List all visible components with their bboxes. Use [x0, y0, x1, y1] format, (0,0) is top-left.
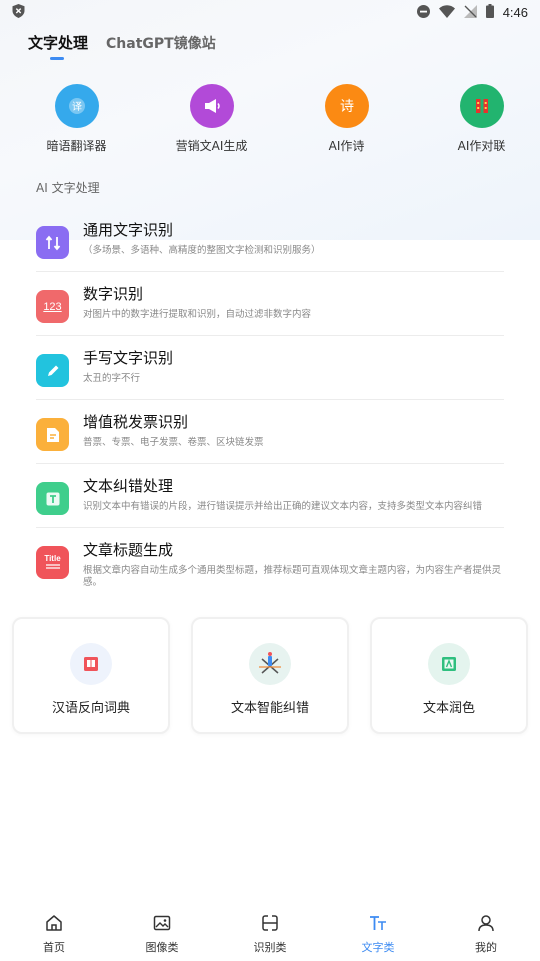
- no-signal-icon: [463, 3, 477, 22]
- text-icon: [369, 914, 387, 936]
- status-time: 4:46: [502, 4, 528, 20]
- wifi-icon: [438, 3, 455, 22]
- correction-icon: [249, 643, 291, 685]
- list-item-desc: 对图片中的数字进行提取和识别，自动过滤非数字内容: [83, 309, 312, 320]
- nav-text[interactable]: 文字类: [324, 905, 432, 961]
- poem-icon: 诗: [324, 84, 369, 128]
- list-item[interactable]: 增值税发票识别 普票、专票、电子发票、卷票、区块链发票: [36, 400, 504, 464]
- polish-icon: [428, 643, 470, 685]
- nav-profile[interactable]: 我的: [432, 905, 540, 961]
- card-reverse-dictionary[interactable]: 汉语反向词典: [12, 617, 170, 734]
- list-item-desc: （多场景、多语种、高精度的整图文字检测和识别服务）: [83, 245, 321, 256]
- invoice-icon: [36, 418, 69, 451]
- nav-label: 首页: [43, 941, 65, 954]
- tab-chatgpt-mirror[interactable]: ChatGPT镜像站: [106, 33, 216, 53]
- card-text-polish[interactable]: 文本润色: [370, 617, 528, 734]
- card-label: 文本润色: [422, 701, 475, 716]
- list-item[interactable]: 手写文字识别 太丑的字不行: [36, 336, 504, 400]
- quick-action-label: 营销文AI生成: [175, 139, 248, 153]
- list-item-title: 增值税发票识别: [83, 413, 189, 431]
- section-title: AI 文字处理: [36, 181, 100, 195]
- title-icon: Title: [36, 546, 69, 579]
- nav-label: 识别类: [253, 941, 287, 954]
- tab-text-processing[interactable]: 文字处理: [28, 32, 89, 60]
- quick-action-label: AI作对联: [457, 139, 506, 153]
- svg-text:译: 译: [72, 101, 82, 113]
- tab-label: 文字处理: [28, 34, 89, 52]
- card-label: 汉语反向词典: [51, 701, 130, 716]
- nav-label: 文字类: [361, 941, 395, 954]
- shield-icon: [12, 3, 25, 22]
- list-item-desc: 普票、专票、电子发票、卷票、区块链发票: [83, 437, 264, 448]
- tool-cards: 汉语反向词典 文本智能纠错 文本润色: [12, 617, 528, 734]
- text-correction-icon: [36, 482, 69, 515]
- title-glyph: Title: [44, 554, 61, 563]
- status-bar: 4:46: [0, 0, 540, 24]
- list-item-title: 文本纠错处理: [83, 477, 174, 495]
- quick-actions: 译 暗语翻译器 营销文AI生成 诗 AI作诗 AI作对联: [0, 84, 540, 154]
- quick-action-marketing-ai[interactable]: 营销文AI生成: [153, 84, 270, 154]
- svg-text:诗: 诗: [340, 99, 354, 115]
- quick-action-ai-poem[interactable]: 诗 AI作诗: [288, 84, 405, 154]
- do-not-disturb-icon: [416, 3, 430, 22]
- list-item[interactable]: 通用文字识别 （多场景、多语种、高精度的整图文字检测和识别服务）: [36, 208, 504, 272]
- top-tabs: 文字处理 ChatGPT镜像站: [28, 32, 216, 60]
- list-item[interactable]: 123 数字识别 对图片中的数字进行提取和识别，自动过滤非数字内容: [36, 272, 504, 336]
- translate-icon: 译: [54, 84, 99, 128]
- nav-label: 我的: [475, 941, 497, 954]
- list-item-desc: 太丑的字不行: [83, 373, 141, 384]
- home-icon: [45, 914, 63, 936]
- list-item-title: 手写文字识别: [83, 349, 174, 367]
- card-smart-correction[interactable]: 文本智能纠错: [191, 617, 349, 734]
- handwriting-icon: [36, 354, 69, 387]
- tab-label: ChatGPT镜像站: [106, 36, 216, 52]
- bottom-nav: 首页 图像类 识别类 文字类 我的: [0, 905, 540, 961]
- quick-action-ai-couplet[interactable]: AI作对联: [423, 84, 540, 154]
- list-item[interactable]: 文本纠错处理 识别文本中有错误的片段，进行错误提示并给出正确的建议文本内容，支持…: [36, 464, 504, 528]
- list-item-desc: 识别文本中有错误的片段，进行错误提示并给出正确的建议文本内容，支持多类型文本内容…: [83, 501, 483, 512]
- list-item-title: 通用文字识别: [83, 221, 174, 239]
- scan-icon: [261, 914, 279, 936]
- list-item-desc: 根据文章内容自动生成多个通用类型标题，推荐标题可直观体现文章主题内容，为内容生产…: [83, 565, 502, 588]
- card-label: 文本智能纠错: [230, 701, 309, 716]
- quick-action-label: 暗语翻译器: [46, 139, 107, 153]
- quick-action-slang-translator[interactable]: 译 暗语翻译器: [18, 84, 135, 154]
- list-item-title: 数字识别: [83, 285, 144, 303]
- profile-icon: [477, 914, 495, 936]
- nav-home[interactable]: 首页: [0, 905, 108, 961]
- dictionary-icon: [70, 643, 112, 685]
- list-item[interactable]: Title 文章标题生成 根据文章内容自动生成多个通用类型标题，推荐标题可直观体…: [36, 528, 504, 601]
- image-icon: [153, 914, 171, 936]
- text-recognition-icon: [36, 226, 69, 259]
- quick-action-label: AI作诗: [328, 139, 365, 153]
- feature-list: 通用文字识别 （多场景、多语种、高精度的整图文字检测和识别服务） 123 数字识…: [36, 208, 504, 601]
- list-item-title: 文章标题生成: [83, 541, 174, 559]
- number-recognition-icon: 123: [36, 290, 69, 323]
- couplet-icon: [459, 84, 504, 128]
- nav-recognition[interactable]: 识别类: [216, 905, 324, 961]
- nav-image[interactable]: 图像类: [108, 905, 216, 961]
- number-glyph: 123: [43, 300, 62, 313]
- battery-icon: [485, 3, 494, 22]
- nav-label: 图像类: [145, 941, 179, 954]
- tab-indicator: [50, 57, 64, 60]
- megaphone-icon: [189, 84, 234, 128]
